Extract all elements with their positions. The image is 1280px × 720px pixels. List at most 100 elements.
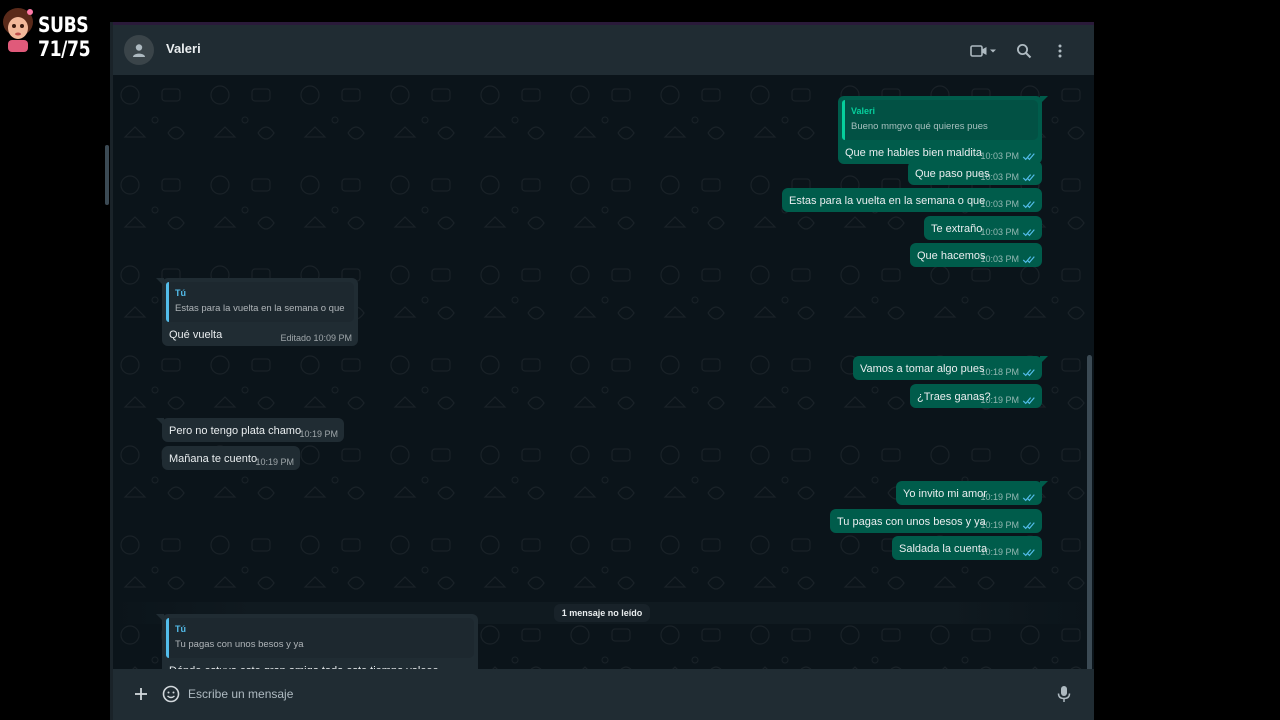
- message-meta: 10:03 PM: [980, 254, 1036, 264]
- message-time: 10:03 PM: [980, 172, 1019, 182]
- read-ticks-icon: [1022, 548, 1035, 556]
- menu-dots-icon: [1058, 44, 1062, 58]
- message-meta: 10:19 PM: [980, 547, 1036, 557]
- message-text: Tu pagas con unos besos y ya: [837, 516, 986, 528]
- message-text: Estas para la vuelta en la semana o que: [789, 195, 986, 207]
- message-meta: 10:03 PM: [980, 151, 1036, 161]
- quoted-message[interactable]: Tú Estas para la vuelta en la semana o qu…: [166, 282, 354, 322]
- message-text: Te extraño: [931, 223, 983, 235]
- read-ticks-icon: [1022, 228, 1035, 236]
- incoming-message[interactable]: Tú Tu pagas con unos besos y ya Dónde estu…: [156, 614, 478, 669]
- message-time: 10:19 PM: [980, 492, 1019, 502]
- search-icon: [1017, 44, 1032, 59]
- incoming-message[interactable]: Pero no tengo plata chamo 10:19 PM: [156, 418, 344, 442]
- message-time: 10:03 PM: [980, 151, 1019, 161]
- read-ticks-icon: [1022, 396, 1035, 404]
- emoji-sticker-button[interactable]: [160, 683, 182, 705]
- header-actions: [962, 39, 1078, 63]
- message-composer: [110, 669, 1094, 720]
- chat-scrollbar[interactable]: [1087, 355, 1092, 669]
- outgoing-message[interactable]: Yo invito mi amor 10:19 PM: [896, 481, 1048, 505]
- quoted-message[interactable]: Tú Tu pagas con unos besos y ya: [166, 618, 474, 658]
- message-time: 10:03 PM: [980, 227, 1019, 237]
- message-meta: 10:03 PM: [980, 199, 1036, 209]
- outgoing-message[interactable]: Que hacemos 10:03 PM: [910, 243, 1042, 267]
- bubble-tail: [156, 278, 164, 286]
- read-ticks-icon: [1022, 255, 1035, 263]
- message-list[interactable]: 1 mensaje no leído Valeri Bueno mmgvo qué…: [110, 75, 1094, 669]
- bubble-tail: [1040, 356, 1048, 364]
- incoming-message[interactable]: Mañana te cuento 10:19 PM: [162, 446, 300, 470]
- message-text: Qué vuelta: [169, 329, 223, 341]
- bubble-tail: [1040, 481, 1048, 489]
- quote-author: Tú: [175, 624, 186, 634]
- read-ticks-icon: [1022, 521, 1035, 529]
- outgoing-message[interactable]: Saldada la cuenta 10:19 PM: [892, 536, 1042, 560]
- voice-message-button[interactable]: [1053, 683, 1075, 705]
- outgoing-message[interactable]: Vamos a tomar algo pues 10:18 PM: [853, 356, 1048, 380]
- message-time: 10:19 PM: [255, 457, 294, 467]
- quote-text: Estas para la vuelta en la semana o que: [175, 303, 345, 314]
- message-time: 10:18 PM: [980, 367, 1019, 377]
- outgoing-message[interactable]: Tu pagas con unos besos y ya 10:19 PM: [830, 509, 1042, 533]
- bubble-tail: [1040, 96, 1048, 104]
- window-left-edge: [110, 22, 113, 720]
- message-text: Saldada la cuenta: [899, 543, 988, 555]
- quote-text: Bueno mmgvo qué quieres pues: [851, 121, 988, 132]
- outgoing-message[interactable]: Estas para la vuelta en la semana o que 1…: [782, 188, 1042, 212]
- message-text: Pero no tengo plata chamo: [169, 425, 302, 437]
- message-time: 10:19 PM: [980, 395, 1019, 405]
- message-time: 10:19 PM: [980, 547, 1019, 557]
- bubble-tail: [156, 418, 164, 426]
- plus-icon: [135, 688, 147, 700]
- contact-avatar[interactable]: [124, 35, 154, 65]
- quote-author: Tú: [175, 288, 186, 298]
- message-meta: 10:19 PM: [980, 492, 1036, 502]
- microphone-icon: [1057, 686, 1071, 702]
- outgoing-message[interactable]: Te extraño 10:03 PM: [924, 216, 1042, 240]
- chevron-down-icon: [990, 49, 996, 53]
- message-time: 10:03 PM: [980, 254, 1019, 264]
- stream-capture: SUBS 71/75 Valeri 1 mensaje no leído Val…: [0, 0, 1280, 720]
- message-meta: 10:18 PM: [980, 367, 1036, 377]
- chat-header[interactable]: Valeri: [110, 25, 1094, 75]
- message-meta: 10:19 PM: [255, 457, 294, 467]
- quote-author: Valeri: [851, 106, 876, 116]
- outgoing-message[interactable]: ¿Traes ganas? 10:19 PM: [910, 384, 1042, 408]
- outgoing-message[interactable]: Valeri Bueno mmgvo qué quieres pues Que me…: [838, 96, 1048, 164]
- message-text: Yo invito mi amor: [903, 488, 987, 500]
- message-meta: 10:03 PM: [980, 172, 1036, 182]
- message-text: Dónde estuvo este gran amigo todo este t…: [162, 658, 445, 669]
- outer-scroll-thumb[interactable]: [105, 145, 109, 205]
- video-call-icon: [970, 45, 987, 57]
- avatar-placeholder-icon: [133, 44, 145, 57]
- message-meta: 10:19 PM: [980, 395, 1036, 405]
- contact-name[interactable]: Valeri: [166, 41, 201, 56]
- read-ticks-icon: [1022, 200, 1035, 208]
- message-meta: 10:19 PM: [299, 429, 338, 439]
- message-text: Vamos a tomar algo pues: [860, 363, 985, 375]
- message-input[interactable]: [188, 677, 1040, 711]
- read-ticks-icon: [1022, 152, 1035, 160]
- message-time: Editado 10:09 PM: [280, 333, 352, 343]
- outgoing-message[interactable]: Que paso pues 10:03 PM: [908, 161, 1042, 185]
- message-time: 10:19 PM: [299, 429, 338, 439]
- incoming-message[interactable]: Tú Estas para la vuelta en la semana o qu…: [156, 278, 358, 346]
- message-text: Mañana te cuento: [169, 453, 258, 465]
- message-meta: 10:19 PM: [980, 520, 1036, 530]
- quoted-message[interactable]: Valeri Bueno mmgvo qué quieres pues: [842, 100, 1038, 140]
- read-ticks-icon: [1022, 493, 1035, 501]
- message-time: 10:19 PM: [980, 520, 1019, 530]
- video-call-button[interactable]: [962, 39, 1006, 63]
- message-meta: 10:03 PM: [980, 227, 1036, 237]
- quote-text: Tu pagas con unos besos y ya: [175, 639, 304, 650]
- read-ticks-icon: [1022, 368, 1035, 376]
- attach-button[interactable]: [130, 683, 152, 705]
- streamer-avatar-icon: [3, 8, 33, 52]
- read-ticks-icon: [1022, 173, 1035, 181]
- whatsapp-window: Valeri 1 mensaje no leído Valeri Bueno m…: [110, 22, 1094, 720]
- message-text: Que hacemos: [917, 250, 986, 262]
- search-button[interactable]: [1006, 39, 1042, 63]
- menu-button[interactable]: [1042, 39, 1078, 63]
- message-meta: Editado 10:09 PM: [280, 333, 352, 343]
